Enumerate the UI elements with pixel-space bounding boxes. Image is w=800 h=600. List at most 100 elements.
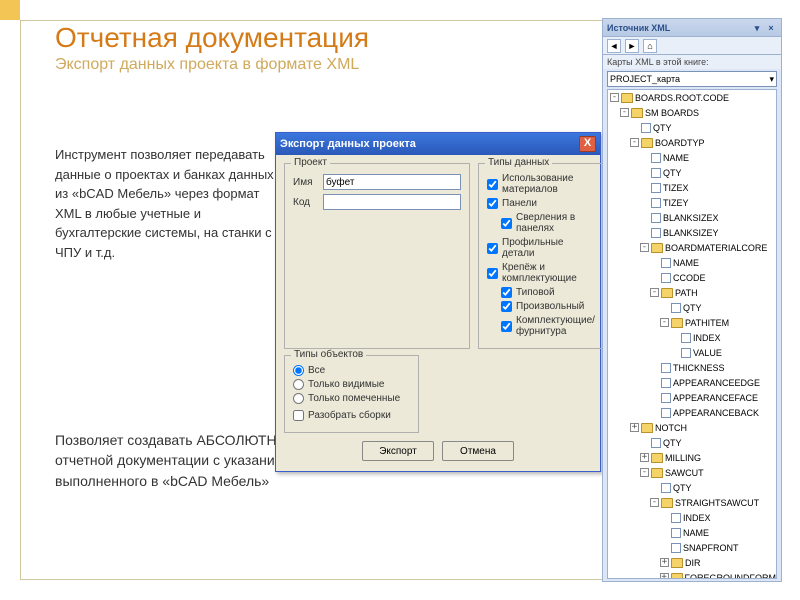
tree-node[interactable]: - BOARDMATERIALCORE [608, 240, 776, 255]
tree-node[interactable]: THICKNESS [608, 360, 776, 375]
collapse-icon[interactable]: - [630, 138, 639, 147]
folder-icon [651, 243, 663, 253]
xml-panel-titlebar[interactable]: Источник XML ▾ × [603, 19, 781, 37]
tree-node[interactable]: INDEX [608, 510, 776, 525]
field-icon [671, 303, 681, 313]
expand-assemblies-checkbox[interactable] [293, 410, 304, 421]
tree-node[interactable]: QTY [608, 480, 776, 495]
tree-node-label: STRAIGHTSAWCUT [675, 498, 759, 508]
data-type-checkbox[interactable] [487, 243, 498, 254]
folder-icon [651, 468, 663, 478]
tree-node[interactable]: +NOTCH [608, 420, 776, 435]
xml-map-dropdown[interactable]: PROJECT_карта ▾ [607, 71, 777, 87]
data-type-checkbox[interactable] [501, 301, 512, 312]
field-icon [641, 123, 651, 133]
data-type-checkbox[interactable] [501, 321, 512, 332]
tree-node[interactable]: APPEARANCEBACK [608, 405, 776, 420]
tree-node-label: APPEARANCEFACE [673, 393, 758, 403]
expand-icon[interactable]: + [640, 453, 649, 462]
tree-node[interactable]: -PATH [608, 285, 776, 300]
data-type-label: Типовой [516, 287, 555, 298]
home-icon[interactable]: ⌂ [643, 39, 657, 53]
back-icon[interactable]: ◄ [607, 39, 621, 53]
field-icon [681, 333, 691, 343]
tree-node-label: SNAPFRONT [683, 543, 739, 553]
expand-icon[interactable]: + [630, 423, 639, 432]
folder-icon [671, 573, 683, 580]
tree-node[interactable]: +DIR [608, 555, 776, 570]
object-type-radio[interactable] [293, 379, 304, 390]
collapse-icon[interactable]: - [650, 288, 659, 297]
collapse-icon[interactable]: - [640, 468, 649, 477]
data-type-checkbox[interactable] [487, 179, 498, 190]
export-button[interactable]: Экспорт [362, 441, 434, 461]
expand-icon[interactable]: + [660, 573, 669, 579]
tree-node[interactable]: QTY [608, 300, 776, 315]
forward-icon[interactable]: ► [625, 39, 639, 53]
tree-node[interactable]: QTY [608, 165, 776, 180]
tree-node[interactable]: BLANKSIZEX [608, 210, 776, 225]
folder-icon [631, 108, 643, 118]
tree-node[interactable]: CCODE [608, 270, 776, 285]
object-type-radio[interactable] [293, 365, 304, 376]
tree-node[interactable]: INDEX [608, 330, 776, 345]
data-type-label: Панели [502, 198, 537, 209]
data-type-checkbox[interactable] [501, 218, 512, 229]
field-icon [651, 213, 661, 223]
tree-node[interactable]: +MILLING [608, 450, 776, 465]
close-icon[interactable]: × [765, 22, 777, 34]
tree-node[interactable]: NAME [608, 525, 776, 540]
tree-node[interactable]: TIZEY [608, 195, 776, 210]
collapse-icon[interactable]: - [640, 243, 649, 252]
collapse-icon[interactable]: - [610, 93, 619, 102]
tree-node[interactable]: APPEARANCEFACE [608, 390, 776, 405]
tree-node-label: INDEX [693, 333, 721, 343]
legend-data-types: Типы данных [485, 157, 552, 168]
tree-node[interactable]: -PATHITEM [608, 315, 776, 330]
tree-node[interactable]: QTY [608, 435, 776, 450]
data-type-checkbox[interactable] [501, 287, 512, 298]
field-icon [661, 378, 671, 388]
object-type-label: Все [308, 365, 325, 376]
tree-node[interactable]: VALUE [608, 345, 776, 360]
tree-node[interactable]: -BOARDTYP [608, 135, 776, 150]
tree-node[interactable]: NAME [608, 150, 776, 165]
tree-node[interactable]: -SM BOARDS [608, 105, 776, 120]
tree-node-label: CCODE [673, 273, 706, 283]
expand-icon[interactable]: + [660, 558, 669, 567]
collapse-icon[interactable]: - [620, 108, 629, 117]
tree-node[interactable]: QTY [608, 120, 776, 135]
xml-tree[interactable]: -BOARDS.ROOT.CODE-SM BOARDSQTY-BOARDTYPN… [607, 89, 777, 579]
name-input[interactable] [323, 174, 461, 190]
legend-object-types: Типы объектов [291, 349, 366, 360]
tree-node[interactable]: - BOARDS.ROOT.CODE [608, 90, 776, 105]
data-type-checkbox[interactable] [487, 198, 498, 209]
tree-node[interactable]: -SAWCUT [608, 465, 776, 480]
tree-node-label: TIZEX [663, 183, 689, 193]
close-icon[interactable]: X [579, 136, 596, 152]
tree-node-label: QTY [663, 438, 682, 448]
tree-node[interactable]: SNAPFRONT [608, 540, 776, 555]
tree-node[interactable]: +FOREGROUNDFORM [608, 570, 776, 579]
collapse-icon[interactable]: - [650, 498, 659, 507]
tree-node[interactable]: TIZEX [608, 180, 776, 195]
object-type-radio[interactable] [293, 393, 304, 404]
tree-node[interactable]: BLANKSIZEY [608, 225, 776, 240]
collapse-icon[interactable]: - [660, 318, 669, 327]
tree-node[interactable]: - STRAIGHTSAWCUT [608, 495, 776, 510]
group-project: Проект Имя Код [284, 163, 470, 349]
tree-node-label: BLANKSIZEY [663, 228, 719, 238]
dialog-titlebar[interactable]: Экспорт данных проекта X [276, 133, 600, 155]
tree-node[interactable]: APPEARANCEEDGE [608, 375, 776, 390]
field-icon [651, 168, 661, 178]
field-icon [661, 273, 671, 283]
cancel-button[interactable]: Отмена [442, 441, 514, 461]
data-type-checkbox[interactable] [487, 268, 498, 279]
chevron-down-icon[interactable]: ▾ [751, 22, 763, 34]
code-input[interactable] [323, 194, 461, 210]
tree-node-label: BOARDMATERIALCORE [665, 243, 767, 253]
folder-icon [641, 423, 653, 433]
tree-node-label: BOARDS.ROOT.CODE [635, 93, 729, 103]
field-icon [681, 348, 691, 358]
tree-node[interactable]: NAME [608, 255, 776, 270]
